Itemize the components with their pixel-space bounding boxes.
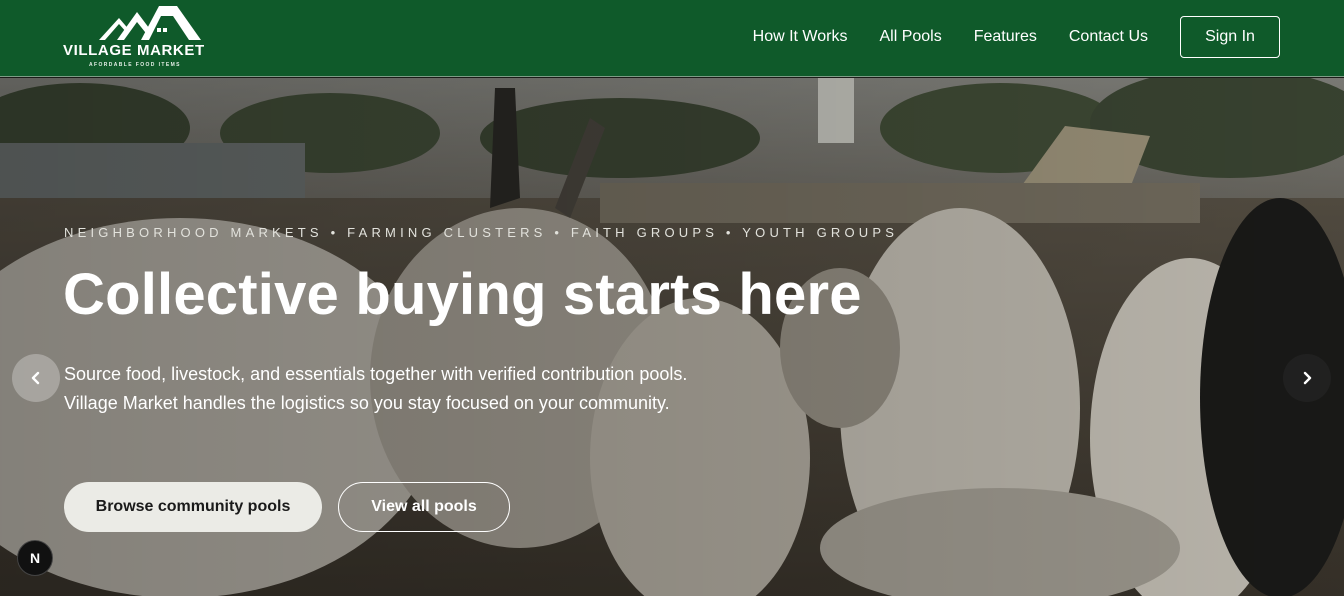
dev-tools-badge[interactable]: N	[17, 540, 53, 576]
hero-headline: Collective buying starts here	[63, 262, 862, 327]
sign-in-button[interactable]: Sign In	[1180, 16, 1280, 58]
carousel-next-button[interactable]	[1283, 354, 1331, 402]
brand-tagline: AFORDABLE FOOD ITEMS	[89, 62, 181, 68]
nav-all-pools[interactable]: All Pools	[879, 28, 941, 46]
main-nav: How It Works All Pools Features Contact …	[753, 16, 1280, 58]
chevron-left-icon	[31, 371, 40, 385]
chevron-right-icon	[1303, 371, 1312, 385]
brand-name: VILLAGE MARKET	[63, 42, 205, 59]
nav-features[interactable]: Features	[974, 28, 1037, 46]
browse-community-pools-button[interactable]: Browse community pools	[64, 482, 322, 532]
brand-logo[interactable]: VILLAGE MARKET AFORDABLE FOOD ITEMS	[63, 6, 233, 72]
view-all-pools-button[interactable]: View all pools	[338, 482, 510, 532]
site-header: VILLAGE MARKET AFORDABLE FOOD ITEMS How …	[0, 0, 1344, 77]
hero-eyebrow: NEIGHBORHOOD MARKETS • FARMING CLUSTERS …	[64, 225, 899, 240]
carousel-prev-button[interactable]	[12, 354, 60, 402]
houses-icon	[99, 6, 201, 40]
nav-contact-us[interactable]: Contact Us	[1069, 28, 1148, 46]
nav-how-it-works[interactable]: How It Works	[753, 28, 848, 46]
hero-section: NEIGHBORHOOD MARKETS • FARMING CLUSTERS …	[0, 78, 1344, 596]
hero-subtext: Source food, livestock, and essentials t…	[64, 364, 688, 413]
